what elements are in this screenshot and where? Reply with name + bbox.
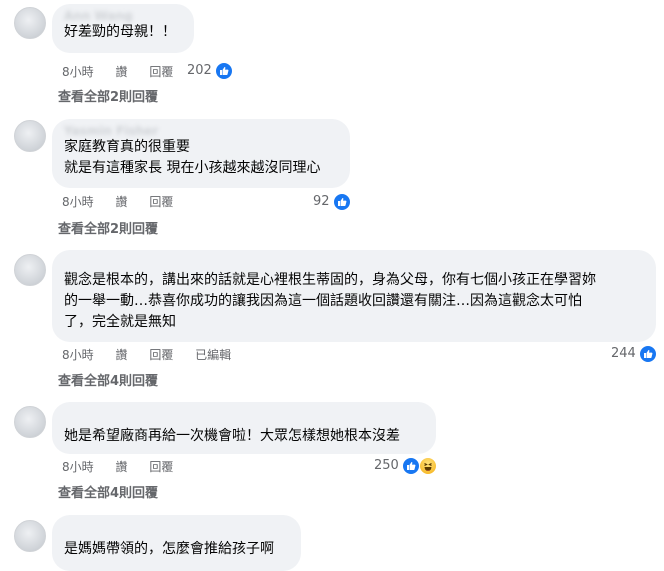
like-icon (214, 62, 233, 80)
comment-text-line: 就是有這種家長 現在小孩越來越沒同理心 (64, 160, 321, 176)
like-icon (401, 457, 420, 475)
view-all-replies[interactable]: 查看全部4則回覆 (58, 373, 158, 391)
reaction-summary[interactable]: 250 (374, 457, 437, 475)
comment-meta: 8小時 讚 回覆 已編輯 (62, 347, 249, 363)
avatar[interactable] (14, 120, 46, 152)
avatar[interactable] (14, 406, 46, 438)
timestamp[interactable]: 8小時 (62, 460, 94, 474)
reaction-count: 250 (374, 458, 399, 473)
comment-text: 是媽媽帶領的，怎麼會推給孩子啊 (64, 541, 274, 557)
reaction-summary[interactable]: 202 (187, 62, 233, 80)
comment-text: 她是希望廠商再給一次機會啦！大眾怎樣想她根本沒差 (64, 428, 400, 444)
haha-icon (418, 457, 437, 475)
reaction-count: 92 (313, 194, 330, 209)
reply-button[interactable]: 回覆 (149, 65, 173, 79)
timestamp[interactable]: 8小時 (62, 348, 94, 362)
comment-bubble: 她是希望廠商再給一次機會啦！大眾怎樣想她根本沒差 (52, 402, 436, 454)
like-button[interactable]: 讚 (115, 348, 127, 362)
timestamp[interactable]: 8小時 (62, 195, 94, 209)
timestamp[interactable]: 8小時 (62, 65, 94, 79)
like-button[interactable]: 讚 (115, 65, 127, 79)
author-name[interactable]: Ann Wang (64, 10, 182, 22)
comment-meta: 8小時 讚 回覆 (62, 194, 191, 210)
comment-bubble: Ann Wang 好差勁的母親！！ (52, 4, 194, 53)
reaction-count: 244 (611, 346, 636, 361)
view-all-replies[interactable]: 查看全部4則回覆 (58, 485, 158, 503)
avatar[interactable] (14, 254, 46, 286)
view-all-replies[interactable]: 查看全部2則回覆 (58, 221, 158, 239)
comment-bubble: Yasmin Fisher 家庭教育真的很重要 就是有這種家長 現在小孩越來越沒… (52, 119, 350, 188)
comment-meta: 8小時 讚 回覆 (62, 459, 191, 475)
avatar[interactable] (14, 520, 46, 552)
like-button[interactable]: 讚 (115, 195, 127, 209)
like-button[interactable]: 讚 (115, 460, 127, 474)
like-icon (638, 345, 657, 363)
reply-button[interactable]: 回覆 (149, 460, 173, 474)
comment-bubble: 是媽媽帶領的，怎麼會推給孩子啊 (52, 515, 301, 571)
comment-text: 好差勁的母親！！ (64, 24, 176, 40)
view-all-replies[interactable]: 查看全部2則回覆 (58, 89, 158, 107)
comment-text-line: 觀念是根本的，講出來的話就是心裡根生蒂固的，身為父母，你有七個小孩正在學習妳 (64, 272, 596, 288)
reaction-summary[interactable]: 92 (313, 193, 351, 211)
avatar[interactable] (14, 7, 46, 39)
reply-button[interactable]: 回覆 (149, 195, 173, 209)
comment-text-line: 家庭教育真的很重要 (64, 139, 190, 155)
comment-meta: 8小時 讚 回覆 (62, 64, 191, 80)
comment-text-line: 的一舉一動…恭喜你成功的讓我因為這一個話題收回讚還有關注…因為這觀念太可怕 (64, 293, 582, 309)
comment-bubble: 觀念是根本的，講出來的話就是心裡根生蒂固的，身為父母，你有七個小孩正在學習妳 的… (52, 250, 656, 342)
reply-button[interactable]: 回覆 (149, 348, 173, 362)
reaction-summary[interactable]: 244 (611, 345, 657, 363)
comment-text-line: 了，完全就是無知 (64, 314, 176, 330)
like-icon (332, 193, 351, 211)
reaction-count: 202 (187, 63, 212, 78)
author-name[interactable]: Yasmin Fisher (64, 125, 338, 137)
edited-label: 已編輯 (195, 348, 232, 362)
